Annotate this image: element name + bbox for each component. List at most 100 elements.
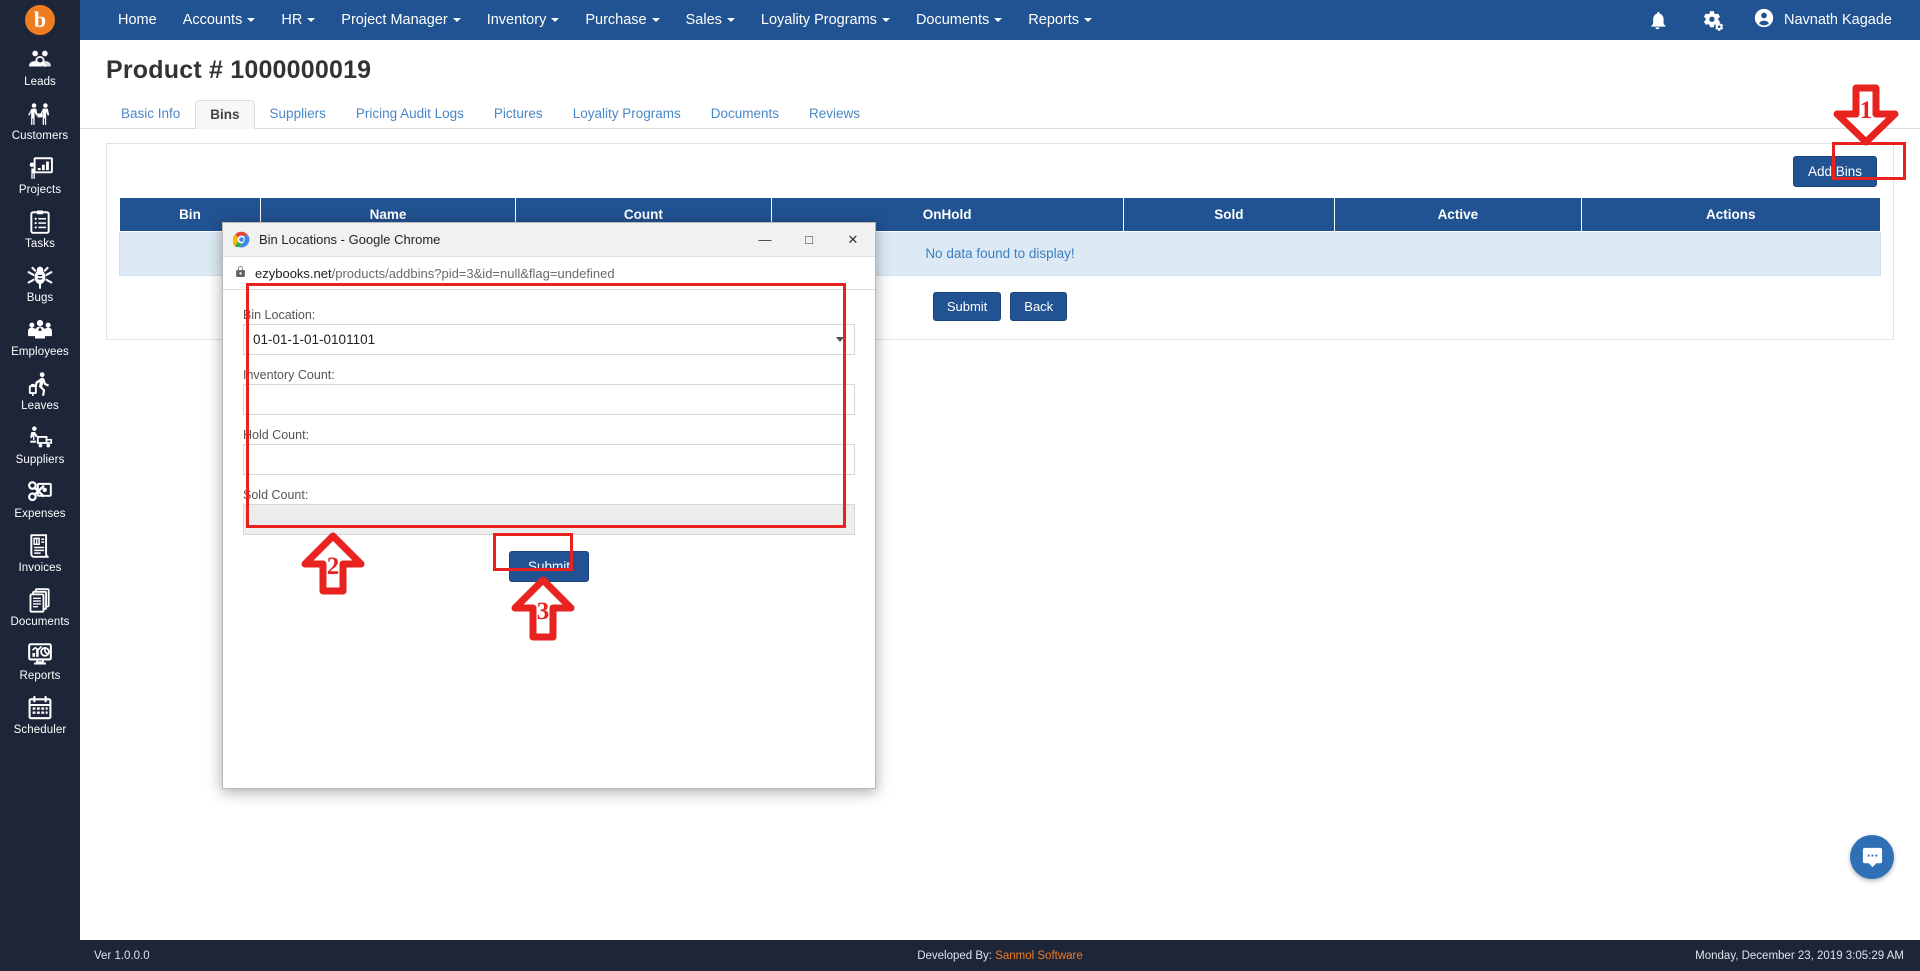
bell-icon[interactable] [1631,10,1684,31]
footer-credit-link[interactable]: Sanmol Software [995,950,1083,962]
sidebar-item-scheduler[interactable]: Scheduler [0,688,80,742]
suppliers-icon [27,425,53,451]
chat-bubble-icon[interactable] [1850,835,1894,879]
chevron-down-icon [307,18,316,22]
inventory-count-input[interactable] [243,384,855,415]
sidebar: b Leads Customers Projects Tasks Bugs Employe… [0,0,80,971]
sidebar-item-label: Customers [11,130,69,142]
tab-reviews[interactable]: Reviews [794,99,875,128]
tab-label: Basic Info [121,106,181,121]
hold-count-field: Hold Count: [243,428,855,475]
sidebar-item-customers[interactable]: Customers [0,94,80,148]
sidebar-item-suppliers[interactable]: Suppliers [0,418,80,472]
maximize-icon[interactable]: □ [787,223,831,257]
tab-suppliers[interactable]: Suppliers [255,99,341,128]
submit-button[interactable]: Submit [932,292,1002,321]
column-header-actions: Actions [1580,197,1882,232]
popup-submit-button[interactable]: Submit [508,551,590,582]
chevron-down-icon [247,18,256,22]
sidebar-item-tasks[interactable]: Tasks [0,202,80,256]
top-navbar: Home Accounts HR Project Manager Inventory Pu… [80,0,1920,40]
nav-menu: Home Accounts HR Project Manager Inventory Pu… [80,0,1105,40]
tab-documents[interactable]: Documents [696,99,794,128]
page-title: Product # 1000000019 [106,56,372,84]
sidebar-item-label: Leads [24,76,56,88]
tab-basic-info[interactable]: Basic Info [106,99,195,128]
sidebar-item-label: Reports [19,670,61,682]
expenses-icon [27,479,53,505]
tab-label: Pricing Audit Logs [355,106,464,121]
user-menu[interactable]: Navnath Kagade [1739,7,1898,34]
nav-item-hr[interactable]: HR [268,0,328,40]
leaves-icon [27,371,53,397]
navbar-right: Navnath Kagade [1631,0,1920,40]
close-icon[interactable]: ✕ [831,223,875,257]
projects-icon [27,155,53,181]
nav-item-accounts[interactable]: Accounts [170,0,269,40]
chevron-down-icon [651,18,660,22]
nav-item-home[interactable]: Home [105,0,170,40]
nav-item-label: HR [281,12,303,28]
sidebar-item-label: Projects [18,184,62,196]
tab-bins[interactable]: Bins [195,100,255,129]
tab-label: Documents [710,106,780,121]
bin-locations-popup-window: Bin Locations - Google Chrome — □ ✕ ezyb… [222,222,876,789]
popup-titlebar[interactable]: Bin Locations - Google Chrome — □ ✕ [223,223,875,257]
sidebar-item-leads[interactable]: Leads [0,40,80,94]
back-button[interactable]: Back [1010,292,1068,321]
documents-icon [27,587,53,613]
nav-item-inventory[interactable]: Inventory [474,0,573,40]
sidebar-item-label: Invoices [18,562,62,574]
bin-location-select[interactable] [243,324,855,355]
user-avatar-icon [1753,7,1775,34]
nav-item-purchase[interactable]: Purchase [572,0,672,40]
inventory-count-label: Inventory Count: [243,368,335,382]
sidebar-item-invoices[interactable]: Invoices [0,526,80,580]
nav-item-label: Sales [685,12,722,28]
popup-address-bar[interactable]: ezybooks.net/products/addbins?pid=3&id=n… [223,257,875,290]
leads-icon [27,47,53,73]
sidebar-item-projects[interactable]: Projects [0,148,80,202]
bugs-icon [27,263,53,289]
sidebar-item-documents[interactable]: Documents [0,580,80,634]
sidebar-item-label: Suppliers [15,454,65,466]
nav-item-sales[interactable]: Sales [673,0,748,40]
footer-credit: Developed By: Sanmol Software [80,950,1920,962]
nav-item-loyality-programs[interactable]: Loyality Programs [748,0,903,40]
sidebar-item-leaves[interactable]: Leaves [0,364,80,418]
popup-url-domain: ezybooks.net [255,265,332,281]
minimize-icon[interactable]: — [743,223,787,257]
chevron-down-icon [1084,18,1093,22]
sidebar-item-label: Scheduler [13,724,67,736]
sidebar-item-label: Leaves [21,400,59,412]
logo-mark: b [25,5,55,35]
hold-count-label: Hold Count: [243,428,310,442]
sidebar-item-employees[interactable]: Employees [0,310,80,364]
gears-icon[interactable] [1684,9,1739,32]
chevron-down-icon [881,18,890,22]
sidebar-item-label: Bugs [26,292,54,304]
scheduler-icon [27,695,53,721]
sold-count-input [243,504,855,535]
popup-form: Bin Location: Inventory Count: Hold Coun… [223,290,875,582]
nav-item-reports[interactable]: Reports [1015,0,1105,40]
add-bins-button[interactable]: Add Bins [1792,156,1877,187]
tab-loyality-programs[interactable]: Loyality Programs [558,99,696,128]
sidebar-item-bugs[interactable]: Bugs [0,256,80,310]
sold-count-field: Sold Count: [243,488,855,535]
app-logo[interactable]: b [0,0,80,40]
nav-item-project-manager[interactable]: Project Manager [328,0,473,40]
chevron-down-icon [726,18,735,22]
tab-pictures[interactable]: Pictures [479,99,558,128]
tab-pricing-audit-logs[interactable]: Pricing Audit Logs [341,99,479,128]
footer-credit-prefix: Developed By: [917,949,992,962]
sidebar-item-reports[interactable]: Reports [0,634,80,688]
nav-item-label: Home [118,12,157,28]
nav-item-documents[interactable]: Documents [903,0,1015,40]
nav-item-label: Loyality Programs [760,12,877,28]
sidebar-item-expenses[interactable]: Expenses [0,472,80,526]
hold-count-input[interactable] [243,444,855,475]
sidebar-item-label: Expenses [14,508,66,520]
customers-icon [27,101,53,127]
nav-item-label: Inventory [486,12,547,28]
